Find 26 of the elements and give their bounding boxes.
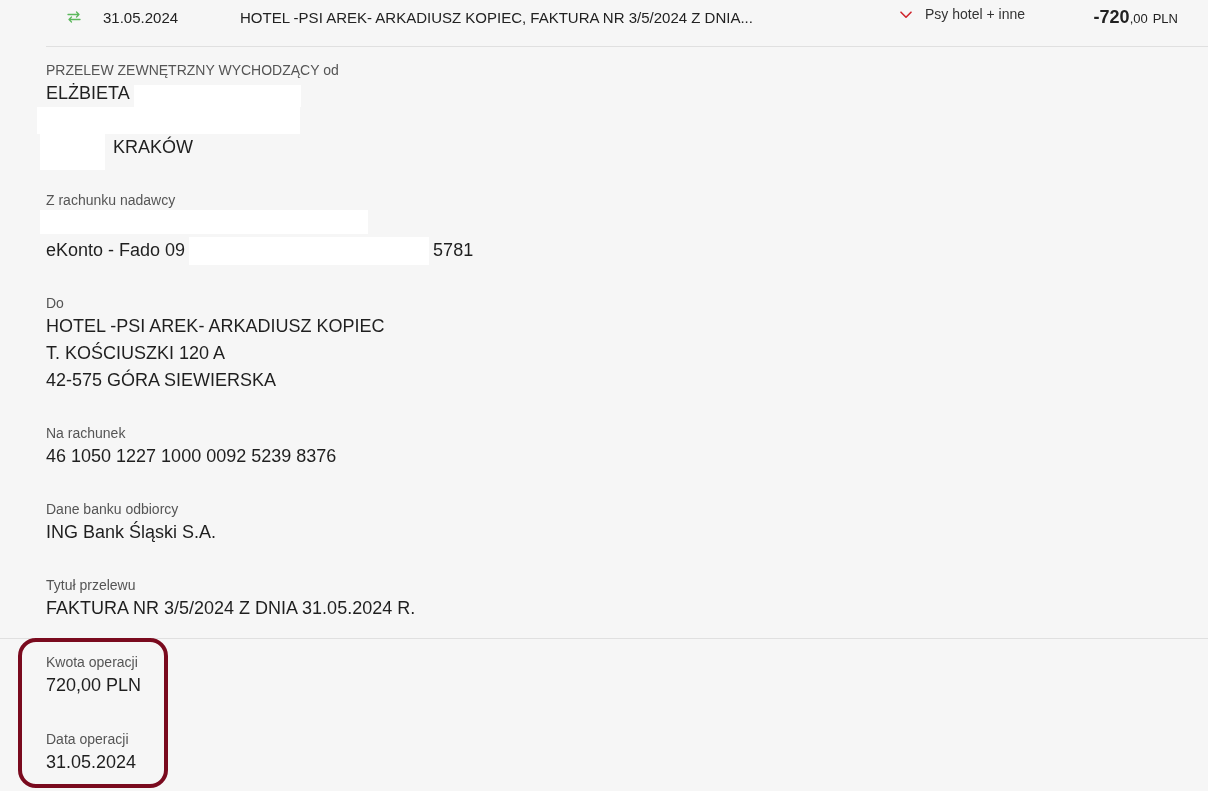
field-value: ING Bank Śląski S.A. — [46, 520, 217, 544]
field-label: Tytuł przelewu — [46, 576, 137, 595]
field-label: Na rachunek — [46, 424, 127, 443]
transaction-amount: -720,00 PLN — [1092, 6, 1178, 28]
field-value: 720,00 PLN — [46, 674, 142, 697]
field-value: KRAKÓW — [113, 135, 193, 159]
field-value: T. KOŚCIUSZKI 120 A — [46, 341, 226, 365]
transaction-date: 31.05.2024 — [103, 8, 180, 26]
field-label: Dane banku odbiorcy — [46, 500, 180, 519]
field-label: PRZELEW ZEWNĘTRZNY WYCHODZĄCY od — [46, 61, 340, 80]
field-value: FAKTURA NR 3/5/2024 Z DNIA 31.05.2024 R. — [46, 597, 416, 620]
transaction-title: HOTEL -PSI AREK- ARKADIUSZ KOPIEC, FAKTURA NR 3/5/2024 Z DNIA... — [240, 8, 754, 26]
field-label: Kwota operacji — [46, 653, 139, 672]
field-value: eKonto - Fado 09 — [46, 239, 186, 262]
field-value: HOTEL -PSI AREK- ARKADIUSZ KOPIEC — [46, 315, 385, 338]
category-label: Psy hotel + inne — [925, 6, 1026, 22]
transfer-arrows-icon — [67, 11, 81, 23]
field-value: ELŻBIETA — [46, 82, 130, 105]
field-label: Z rachunku nadawcy — [46, 191, 177, 210]
field-value: 31.05.2024 — [46, 751, 137, 774]
field-label: Data operacji — [46, 730, 130, 749]
field-label: Do — [46, 294, 65, 313]
field-value: 46 1050 1227 1000 0092 5239 8376 — [46, 445, 337, 468]
field-value: 5781 — [433, 239, 474, 262]
field-value: 42-575 GÓRA SIEWIERSKA — [46, 368, 277, 392]
chevron-down-icon — [900, 11, 912, 19]
